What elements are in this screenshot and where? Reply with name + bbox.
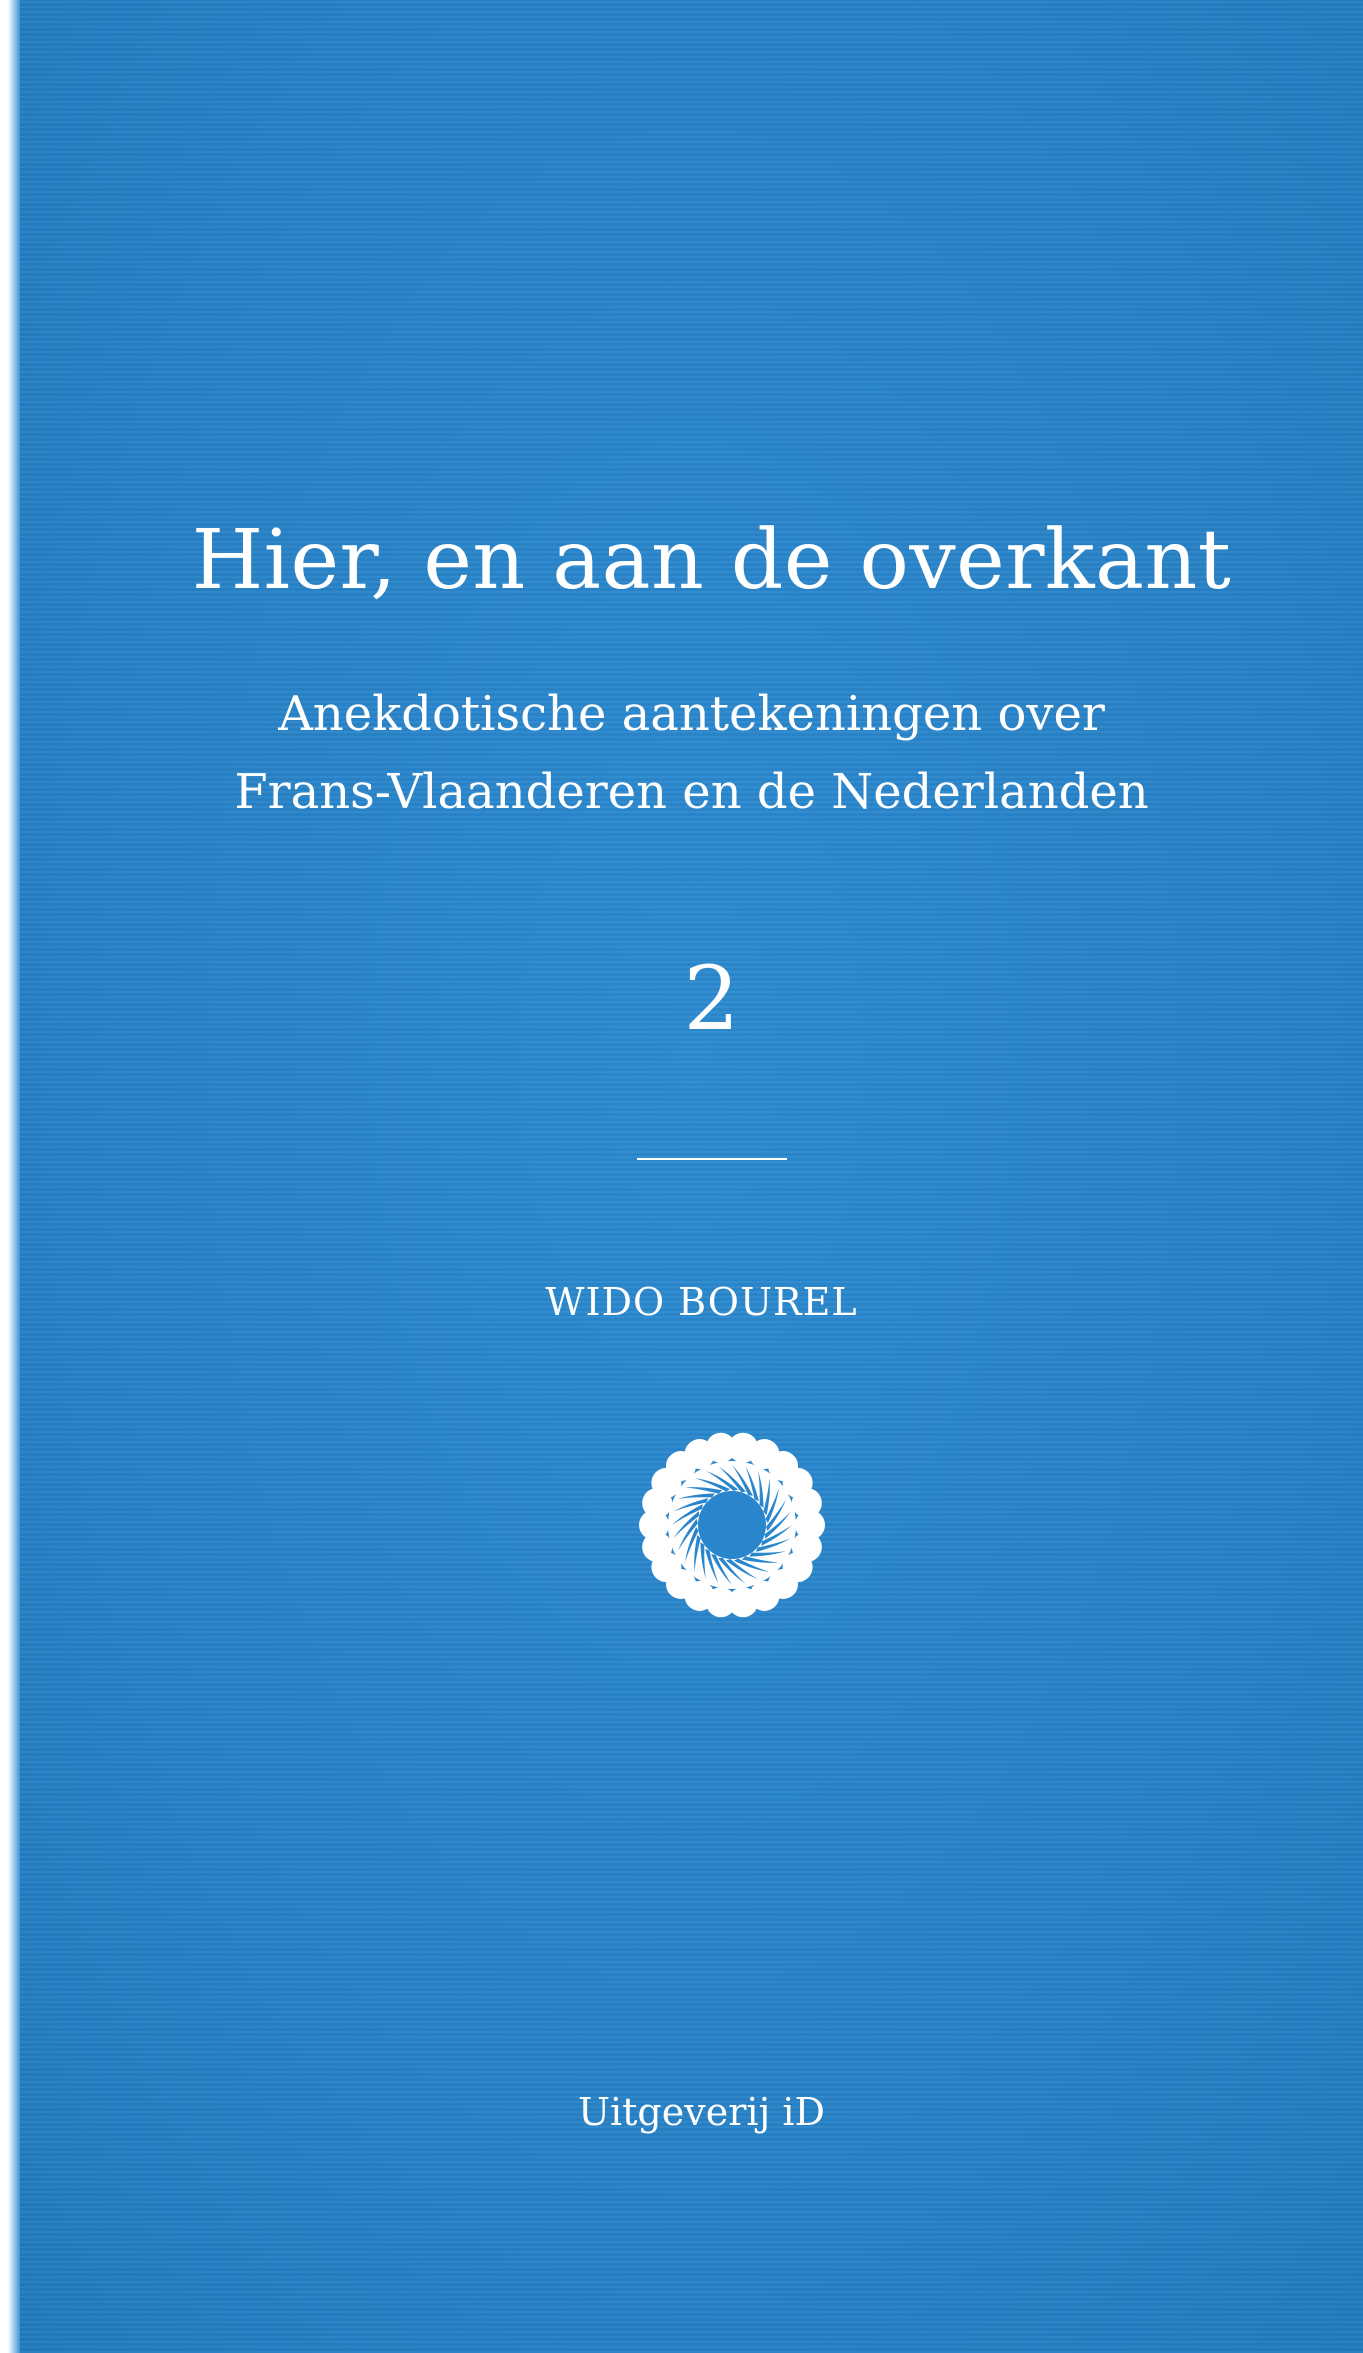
subtitle-line-1: Anekdotische aantekeningen over: [278, 686, 1105, 742]
divider-rule: [637, 1158, 787, 1160]
page-edge: [0, 0, 20, 2353]
book-cover: Hier, en aan de overkant Anekdotische aa…: [20, 0, 1363, 2353]
rosette-emblem-icon: [639, 1432, 825, 1618]
author-name: WIDO BOUREL: [545, 1280, 858, 1324]
book-title: Hier, en aan de overkant: [191, 513, 1232, 608]
subtitle-line-2: Frans-Vlaanderen en de Nederlanden: [234, 764, 1149, 820]
volume-number: 2: [683, 947, 740, 1050]
publisher-name: Uitgeverij iD: [577, 2090, 826, 2134]
